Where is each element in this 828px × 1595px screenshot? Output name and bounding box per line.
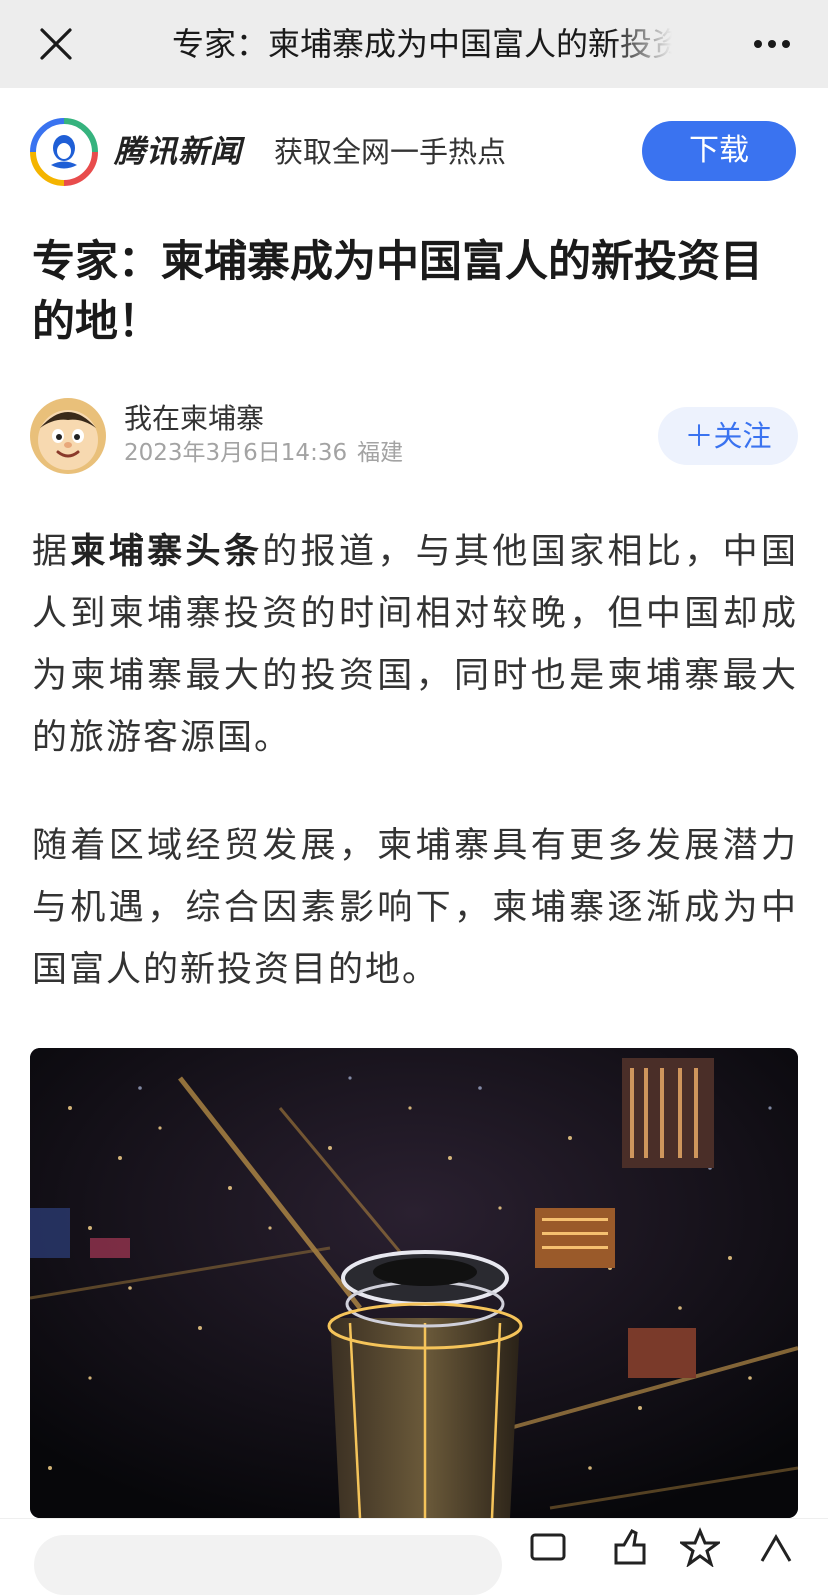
follow-button[interactable]: ＋关注	[658, 407, 798, 465]
publish-date: 2023年3月6日14:36	[124, 440, 348, 466]
article-paragraph: 随着区域经贸发展，柬埔寨具有更多发展潜力与机遇，综合因素影响下，柬埔寨逐渐成为中…	[32, 826, 798, 990]
tencent-news-logo	[30, 118, 98, 186]
more-icon[interactable]	[748, 24, 796, 64]
author-name[interactable]: 我在柬埔寨	[124, 400, 264, 438]
bottom-action-bar	[0, 1518, 828, 1595]
comment-icon[interactable]	[528, 1527, 568, 1567]
app-download-banner: 腾讯新闻 获取全网一手热点 下载	[0, 88, 828, 218]
brand-name: 腾讯新闻	[114, 134, 242, 170]
night-city-image	[30, 1048, 798, 1518]
article-meta: 2023年3月6日14:36 福建	[124, 436, 403, 470]
share-icon[interactable]	[756, 1527, 796, 1567]
top-nav-bar: 专家：柬埔寨成为中国富人的新投资目的地！	[0, 0, 828, 89]
article-photo[interactable]	[30, 1048, 798, 1518]
favorite-icon[interactable]	[680, 1527, 720, 1567]
cartoon-avatar-icon	[30, 398, 106, 474]
like-icon[interactable]	[610, 1527, 650, 1567]
brand-slogan: 获取全网一手热点	[274, 135, 507, 169]
article-headline: 专家：柬埔寨成为中国富人的新投资目的地！	[32, 237, 763, 347]
comment-input[interactable]	[34, 1535, 502, 1595]
article-paragraph: 据柬埔寨头条的报道，与其他国家相比，中国人到柬埔寨投资的时间相对较晚，但中国却成…	[32, 521, 798, 769]
source-name: 柬埔寨头条	[70, 532, 263, 572]
download-button[interactable]: 下载	[642, 121, 796, 181]
publish-location: 福建	[357, 440, 404, 466]
paragraph-text: 据	[32, 532, 71, 572]
nav-title: 专家：柬埔寨成为中国富人的新投资目的地！	[172, 25, 672, 63]
close-icon[interactable]	[36, 24, 76, 64]
author-avatar[interactable]	[30, 398, 106, 474]
